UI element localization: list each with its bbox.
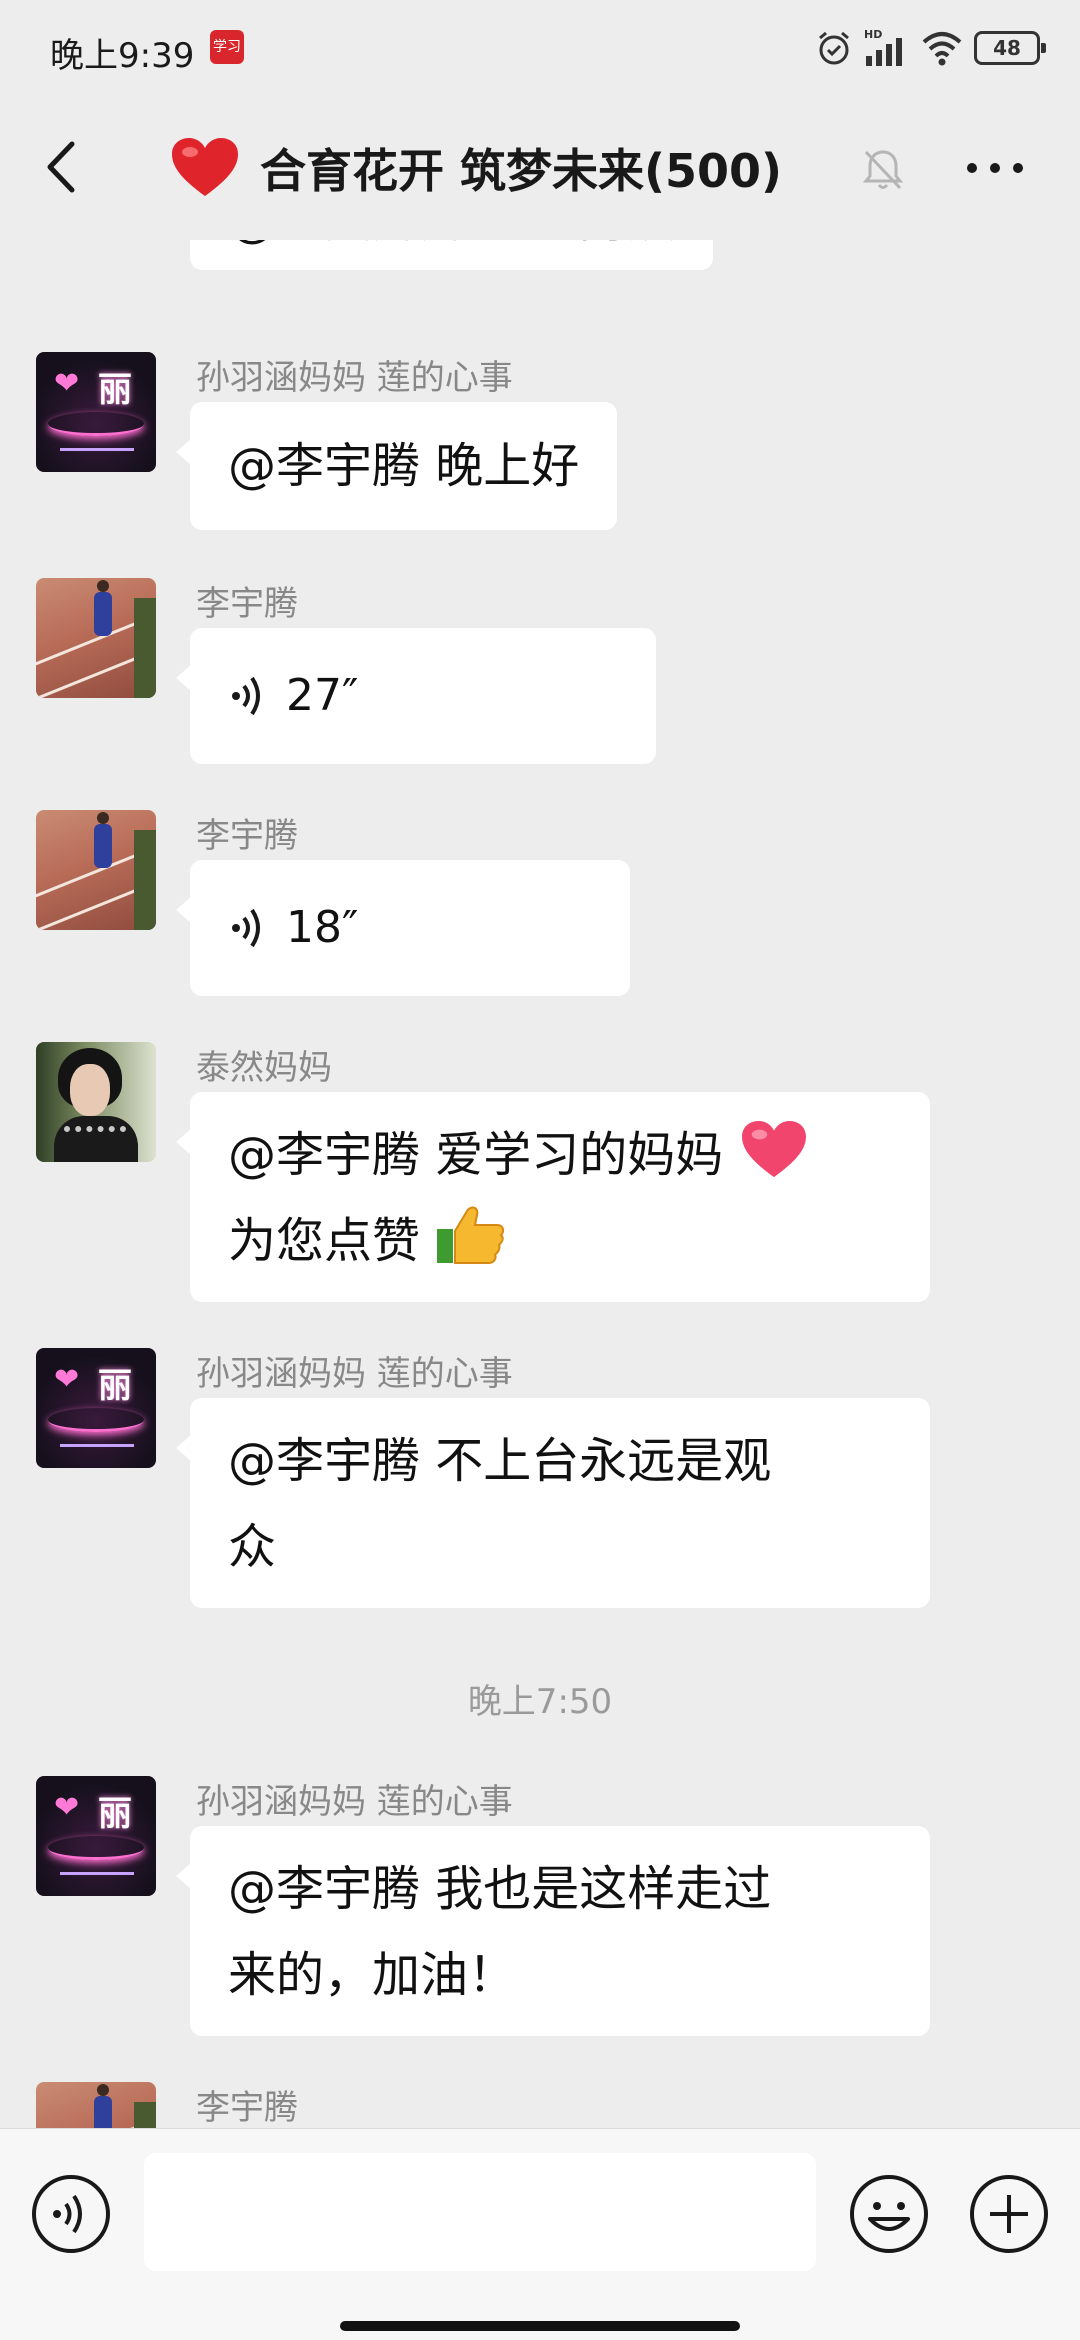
voice-message-bubble[interactable]: 18″ [176, 860, 630, 996]
avatar-heart-icon: ❤ [54, 366, 80, 401]
status-indicators: HD 48 [814, 26, 1046, 70]
time-divider: 晚上7:50 [467, 1682, 613, 1722]
heart-icon [172, 138, 238, 196]
message-text: @泰然妈妈 谢谢阿姨 [228, 240, 675, 248]
avatar-label: 丽 [98, 1366, 132, 1406]
back-button[interactable] [30, 132, 100, 202]
mute-bell-icon [862, 150, 904, 190]
voice-duration: 27″ [286, 670, 359, 721]
heart-emoji-icon [741, 1120, 806, 1178]
sender-name: 李宇腾 [196, 584, 298, 624]
more-options-button[interactable] [960, 146, 1030, 190]
input-bar [0, 2128, 1080, 2340]
message-text-line: 众 [228, 1519, 277, 1575]
voice-duration: 18″ [286, 902, 359, 953]
avatar[interactable] [36, 578, 156, 698]
status-time: 晚上9:39 [50, 36, 195, 76]
chat-message-list[interactable]: @泰然妈妈 谢谢阿姨 ❤ 丽 孙羽涵妈妈 莲的心事 @李宇腾 晚上好 李宇腾 [0, 240, 1080, 2128]
avatar[interactable] [36, 810, 156, 930]
avatar[interactable]: ❤ 丽 [36, 1348, 156, 1468]
wifi-icon [922, 32, 962, 66]
signal-icon: HD [864, 28, 902, 66]
avatar[interactable]: ❤ 丽 [36, 1776, 156, 1896]
sender-name: 孙羽涵妈妈 莲的心事 [196, 1354, 513, 1394]
message-bubble[interactable]: @李宇腾 爱学习的妈妈 为您点赞 [176, 1092, 930, 1302]
sender-name: 李宇腾 [196, 816, 298, 856]
message-text-line: @李宇腾 爱学习的妈妈 [228, 1127, 724, 1183]
emoji-button[interactable] [848, 2173, 930, 2255]
status-bar: 晚上9:39 学习 HD 48 [0, 0, 1080, 96]
avatar-label: 丽 [98, 370, 132, 410]
battery-icon: 48 [974, 31, 1046, 65]
avatar[interactable] [36, 1042, 156, 1162]
sender-name: 李宇腾 [196, 2088, 298, 2128]
message-text-line: @李宇腾 不上台永远是观 [228, 1433, 772, 1489]
message-bubble[interactable]: @李宇腾 晚上好 [175, 402, 618, 530]
group-name: 合育花开 筑梦未来(500) [260, 144, 783, 198]
network-label: HD [864, 28, 882, 41]
avatar-heart-icon: ❤ [54, 1790, 80, 1825]
message-text-line: @李宇腾 我也是这样走过 [228, 1861, 772, 1917]
home-indicator[interactable] [340, 2321, 740, 2331]
message-bubble[interactable]: @泰然妈妈 谢谢阿姨 [190, 240, 714, 270]
thumbs-up-emoji-icon [437, 1206, 505, 1264]
voice-input-button[interactable] [30, 2173, 112, 2255]
alarm-icon [819, 31, 849, 65]
message-bubble[interactable]: @李宇腾 我也是这样走过 来的，加油！ [176, 1826, 930, 2036]
message-text-line: 为您点赞 [228, 1213, 421, 1269]
avatar[interactable] [36, 2082, 156, 2128]
message-bubble[interactable]: @李宇腾 不上台永远是观 众 [176, 1398, 930, 1608]
avatar[interactable]: ❤ 丽 [36, 352, 156, 472]
sender-name: 泰然妈妈 [196, 1048, 332, 1088]
more-functions-button[interactable] [968, 2173, 1050, 2255]
voice-wave-icon [232, 908, 260, 948]
chat-header: 合育花开 筑梦未来(500) [0, 96, 1080, 240]
voice-message-bubble[interactable]: 27″ [176, 628, 656, 764]
avatar-label: 丽 [98, 1794, 132, 1834]
app-notification-icon: 学习 [210, 30, 244, 64]
avatar-heart-icon: ❤ [54, 1362, 80, 1397]
sender-name: 孙羽涵妈妈 莲的心事 [196, 358, 513, 398]
voice-wave-icon [232, 676, 260, 716]
sender-name: 孙羽涵妈妈 莲的心事 [196, 1782, 513, 1822]
message-input[interactable] [144, 2153, 816, 2271]
chat-title[interactable]: 合育花开 筑梦未来(500) [170, 132, 782, 204]
message-text: @李宇腾 晚上好 [228, 438, 580, 494]
message-text-line: 来的，加油！ [228, 1947, 517, 2003]
